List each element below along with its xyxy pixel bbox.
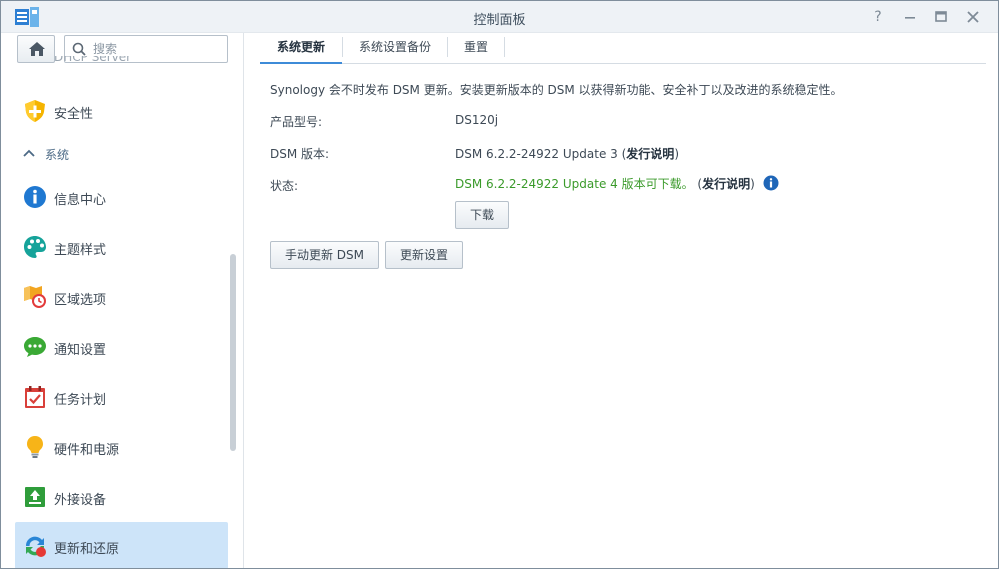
sidebar-item-label: 硬件和电源 [54,443,120,458]
shield-icon [23,99,47,123]
sidebar-item-info-center[interactable]: 信息中心 [15,175,228,219]
sidebar-item-label: 信息中心 [54,193,107,208]
download-button[interactable]: 下载 [455,201,509,229]
sidebar-scrollbar[interactable] [230,254,236,451]
tab-bar: 系统更新 系统设置备份 重置 [260,33,986,64]
home-icon [29,42,45,56]
calendar-check-icon [23,385,47,409]
product-model-value: DS120j [455,113,499,127]
status-value: DSM 6.2.2-24922 Update 4 版本可下载。 [455,177,694,191]
active-tab-indicator [260,62,342,64]
sidebar-item-label: DHCP Server [54,56,132,64]
main-content: 系统更新 系统设置备份 重置 Synology 会不时发布 DSM 更新。安装更… [245,33,998,568]
minimize-icon[interactable] [901,8,919,26]
update-settings-button[interactable]: 更新设置 [385,241,463,269]
manual-update-dsm-button[interactable]: 手动更新 DSM [270,241,379,269]
sidebar-item-update-restore[interactable]: 更新和还原 [15,522,228,568]
sidebar-item-task-scheduler[interactable]: 任务计划 [15,375,228,419]
sidebar-item-security[interactable]: 安全性 [15,89,228,133]
sidebar-item-label: 主题样式 [54,243,107,258]
sidebar-item-theme[interactable]: 主题样式 [15,225,228,269]
sidebar-item-external-devices[interactable]: 外接设备 [15,475,228,519]
tab-separator [504,37,505,57]
sidebar-item-label: 外接设备 [54,493,107,508]
control-panel-window: 控制面板 ? DHCP Server [0,0,999,569]
section-header-system[interactable]: 系统 [23,145,223,163]
status-label: 状态: [270,179,299,193]
sidebar-item-label: 任务计划 [54,393,107,408]
info-icon [23,185,47,209]
product-model-label: 产品型号: [270,115,323,129]
search-icon [72,42,86,56]
chevron-up-icon [23,149,35,157]
maximize-icon[interactable] [932,8,950,26]
sidebar-item-label: 通知设置 [54,343,107,358]
tab-config-backup[interactable]: 系统设置备份 [343,33,447,64]
dsm-version-row: DSM 6.2.2-24922 Update 3 (发行说明) [455,147,679,161]
sidebar-item-hardware-power[interactable]: 硬件和电源 [15,425,228,469]
dsm-version-label: DSM 版本: [270,147,330,161]
release-notes-link[interactable]: 发行说明 [626,147,674,161]
sidebar-item-label: 区域选项 [54,293,107,308]
sidebar: DHCP Server 安全性 系统 [1,33,244,568]
palette-icon [23,235,47,259]
update-restore-icon [23,534,47,558]
chat-bubble-icon [23,335,47,359]
upload-device-icon [23,485,47,509]
window-title: 控制面板 [473,13,526,28]
intro-text: Synology 会不时发布 DSM 更新。安装更新版本的 DSM 以获得新功能… [270,83,843,97]
sidebar-item-label: 安全性 [54,107,94,122]
section-label: 系统 [45,148,70,162]
info-icon[interactable] [763,175,779,191]
lightbulb-icon [23,435,47,459]
release-notes-link[interactable]: 发行说明 [702,177,750,191]
sidebar-item-label: 更新和还原 [54,542,120,557]
status-row: DSM 6.2.2-24922 Update 4 版本可下载。 (发行说明) [455,175,779,192]
tab-reset[interactable]: 重置 [448,33,504,64]
dsm-version-value: DSM 6.2.2-24922 Update 3 [455,147,618,161]
sidebar-item-regional-options[interactable]: 区域选项 [15,275,228,319]
sidebar-item-notification[interactable]: 通知设置 [15,325,228,369]
regional-clock-icon [23,285,47,309]
tab-system-update[interactable]: 系统更新 [260,33,342,64]
close-icon[interactable] [964,8,982,26]
help-icon[interactable]: ? [869,8,887,26]
title-bar: 控制面板 ? [1,1,998,33]
sidebar-item-dhcp-server[interactable]: DHCP Server [23,56,223,70]
